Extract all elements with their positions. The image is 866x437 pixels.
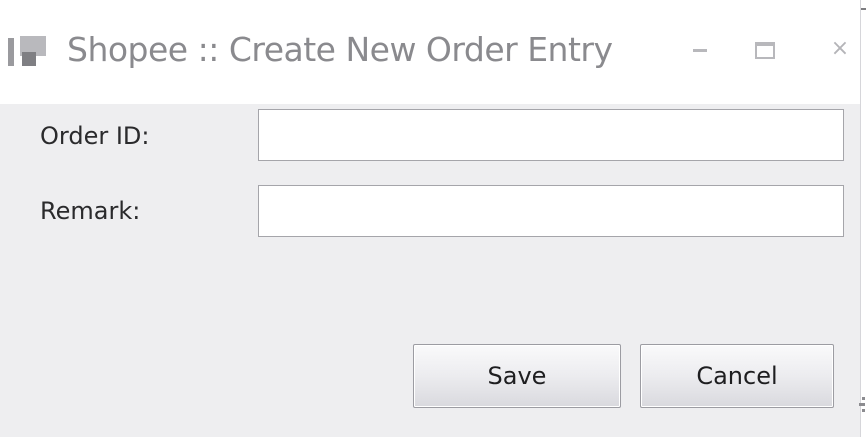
remark-label: Remark: bbox=[40, 197, 141, 225]
minimize-icon bbox=[693, 48, 707, 52]
title-bar[interactable]: Shopee :: Create New Order Entry × bbox=[0, 0, 860, 104]
save-button[interactable]: Save bbox=[413, 344, 621, 408]
maximize-button[interactable] bbox=[735, 24, 795, 74]
minimize-button[interactable] bbox=[670, 24, 730, 74]
cancel-button[interactable]: Cancel bbox=[640, 344, 834, 408]
close-button[interactable]: × bbox=[810, 24, 860, 74]
resize-grip[interactable] bbox=[858, 395, 866, 435]
dialog-window: Shopee :: Create New Order Entry × Order… bbox=[0, 0, 861, 437]
order-id-input[interactable] bbox=[258, 109, 844, 161]
remark-input[interactable] bbox=[258, 185, 844, 237]
window-title: Shopee :: Create New Order Entry bbox=[67, 30, 613, 69]
maximize-icon bbox=[755, 41, 775, 59]
app-icon bbox=[8, 30, 52, 74]
order-id-label: Order ID: bbox=[40, 122, 150, 150]
close-icon: × bbox=[830, 36, 850, 61]
